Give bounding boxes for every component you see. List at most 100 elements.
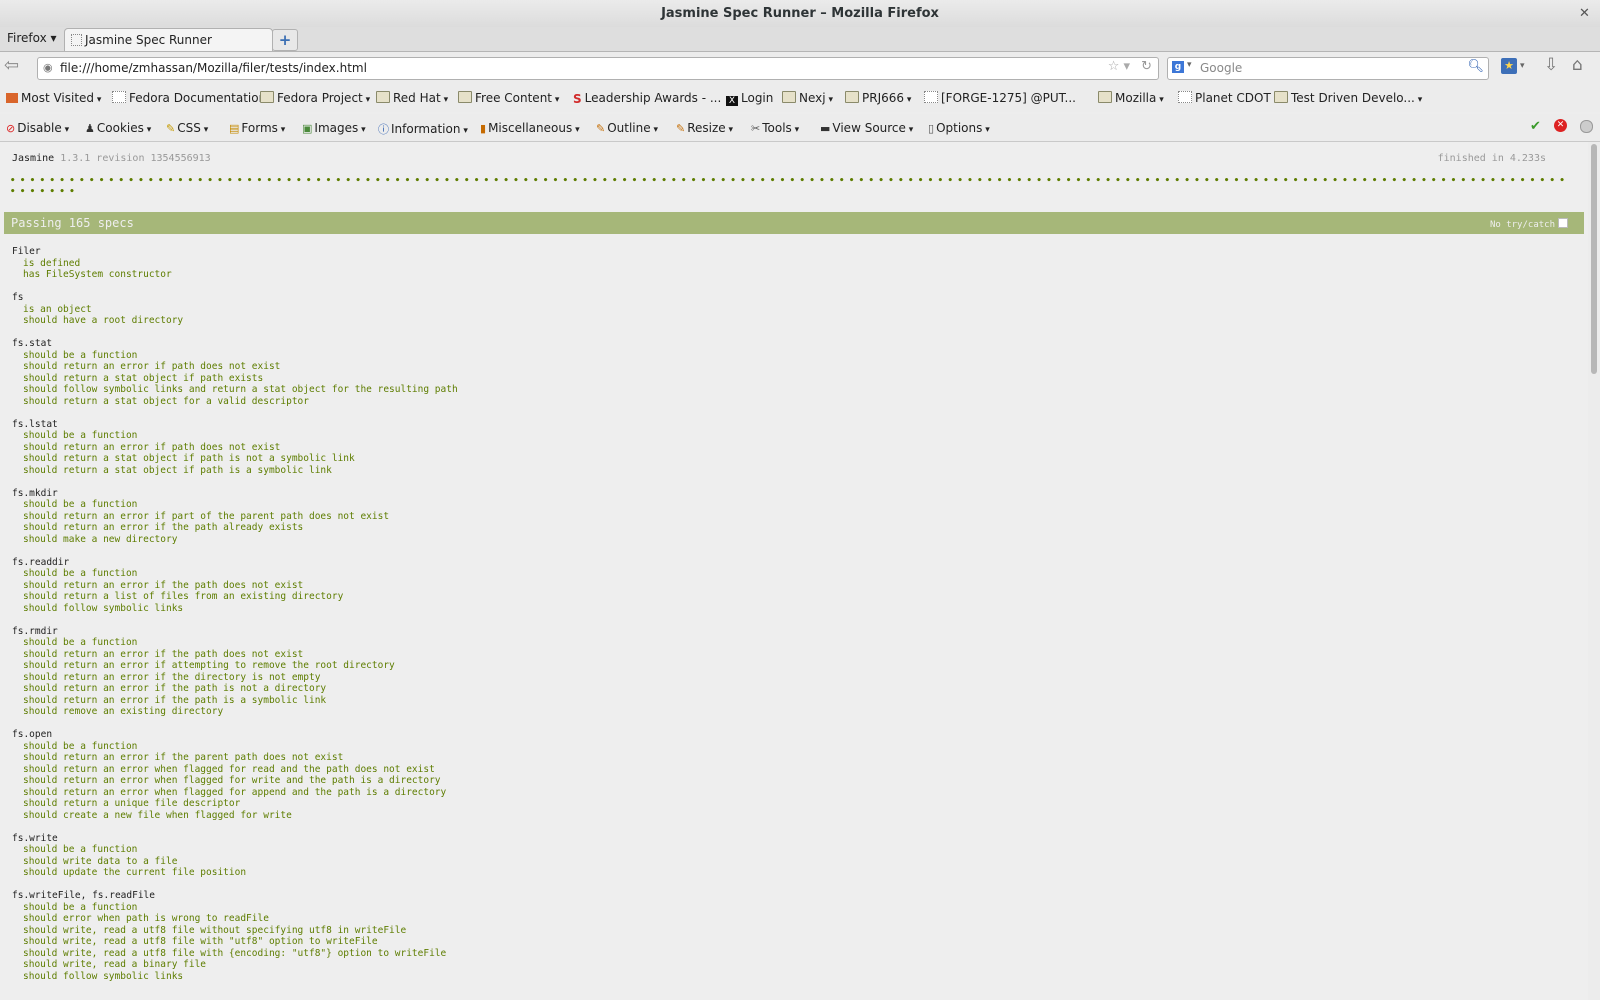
- bookmark-item[interactable]: [FORGE-1275] @PUT...: [924, 91, 1076, 105]
- spec-link[interactable]: should be a function: [12, 741, 458, 753]
- spec-link[interactable]: should write data to a file: [12, 856, 458, 868]
- spec-link[interactable]: should be a function: [12, 902, 458, 914]
- status-circle-icon[interactable]: [1580, 120, 1593, 133]
- suite-name-link[interactable]: fs.mkdir: [12, 488, 458, 500]
- reload-icon[interactable]: ↻: [1141, 59, 1152, 74]
- spec-link[interactable]: should be a function: [12, 350, 458, 362]
- new-tab-button[interactable]: +: [272, 29, 298, 51]
- spec-link[interactable]: should follow symbolic links: [12, 971, 458, 983]
- bookmark-item[interactable]: Most Visited ▾: [6, 91, 101, 105]
- google-engine-icon[interactable]: g: [1172, 61, 1184, 73]
- suite-name-link[interactable]: fs.stat: [12, 338, 458, 350]
- bookmarks-menu-icon[interactable]: ★: [1501, 58, 1517, 74]
- bookmark-item[interactable]: Nexj ▾: [782, 91, 833, 105]
- spec-link[interactable]: should have a root directory: [12, 315, 458, 327]
- checkbox[interactable]: [1558, 218, 1568, 228]
- bookmark-item[interactable]: Test Driven Develo... ▾: [1274, 91, 1422, 105]
- scrollbar-thumb[interactable]: [1591, 144, 1597, 374]
- spec-link[interactable]: should update the current file position: [12, 867, 458, 879]
- tab-jasmine-spec-runner[interactable]: Jasmine Spec Runner: [64, 28, 273, 51]
- bookmark-item[interactable]: Free Content ▾: [458, 91, 559, 105]
- spec-link[interactable]: has FileSystem constructor: [12, 269, 458, 281]
- spec-link[interactable]: should write, read a utf8 file with {enc…: [12, 948, 458, 960]
- spec-link[interactable]: is an object: [12, 304, 458, 316]
- bookmark-item[interactable]: Red Hat ▾: [376, 91, 448, 105]
- spec-link[interactable]: should return an error when flagged for …: [12, 764, 458, 776]
- webdev-menu-resize[interactable]: ✎ Resize ▾: [676, 121, 733, 135]
- spec-link[interactable]: should make a new directory: [12, 534, 458, 546]
- spec-link[interactable]: should return an error if path does not …: [12, 442, 458, 454]
- webdev-menu-tools[interactable]: ✂ Tools ▾: [751, 121, 799, 135]
- bookmark-star-icon[interactable]: ☆ ▾: [1108, 59, 1130, 74]
- search-bar[interactable]: g ▾ Google 🔍︎: [1167, 57, 1489, 80]
- bookmark-item[interactable]: Fedora Project ▾: [260, 91, 370, 105]
- spec-link[interactable]: should return a list of files from an ex…: [12, 591, 458, 603]
- spec-link[interactable]: should return an error if the path does …: [12, 580, 458, 592]
- suite-name-link[interactable]: fs.writeFile, fs.readFile: [12, 890, 458, 902]
- spec-link[interactable]: should return an error if path does not …: [12, 361, 458, 373]
- url-input[interactable]: file:///home/zmhassan/Mozilla/filer/test…: [60, 61, 367, 75]
- spec-link[interactable]: should follow symbolic links: [12, 603, 458, 615]
- spec-link[interactable]: should write, read a utf8 file with "utf…: [12, 936, 458, 948]
- bookmark-item[interactable]: PRJ666 ▾: [845, 91, 911, 105]
- spec-link[interactable]: should return an error if the path alrea…: [12, 522, 458, 534]
- webdev-menu-miscellaneous[interactable]: ▮ Miscellaneous ▾: [480, 121, 580, 135]
- spec-link[interactable]: should remove an existing directory: [12, 706, 458, 718]
- suite-name-link[interactable]: Filer: [12, 246, 458, 258]
- downloads-icon[interactable]: ⇩: [1544, 55, 1558, 75]
- chevron-down-icon[interactable]: ▾: [1187, 60, 1192, 70]
- webdev-menu-forms[interactable]: ▤ Forms ▾: [229, 121, 285, 135]
- spec-link[interactable]: should be a function: [12, 499, 458, 511]
- suite-name-link[interactable]: fs.rmdir: [12, 626, 458, 638]
- spec-link[interactable]: should return an error if the path is a …: [12, 695, 458, 707]
- webdev-menu-images[interactable]: ▣ Images ▾: [302, 121, 366, 135]
- bookmark-item[interactable]: Planet CDOT: [1178, 91, 1271, 105]
- spec-link[interactable]: should return an error if the path is no…: [12, 683, 458, 695]
- suite-name-link[interactable]: fs.open: [12, 729, 458, 741]
- spec-link[interactable]: should write, read a binary file: [12, 959, 458, 971]
- spec-link[interactable]: should return a stat object if path exis…: [12, 373, 458, 385]
- url-bar[interactable]: ◉ file:///home/zmhassan/Mozilla/filer/te…: [37, 57, 1159, 80]
- vertical-scrollbar[interactable]: [1588, 142, 1600, 1000]
- window-close-icon[interactable]: ✕: [1575, 4, 1594, 23]
- firefox-menu-button[interactable]: Firefox ▾: [7, 31, 57, 45]
- spec-link[interactable]: should return an error when flagged for …: [12, 787, 458, 799]
- spec-link[interactable]: should be a function: [12, 844, 458, 856]
- search-input[interactable]: Google: [1200, 61, 1242, 75]
- suite-name-link[interactable]: fs.write: [12, 833, 458, 845]
- bookmark-item[interactable]: X Login: [726, 91, 773, 106]
- spec-link[interactable]: should return an error if the parent pat…: [12, 752, 458, 764]
- spec-link[interactable]: should follow symbolic links and return …: [12, 384, 458, 396]
- webdev-menu-information[interactable]: ⓘ Information ▾: [378, 121, 468, 137]
- spec-link[interactable]: should return an error if part of the pa…: [12, 511, 458, 523]
- webdev-menu-css[interactable]: ✎ CSS ▾: [166, 121, 208, 135]
- spec-link[interactable]: should be a function: [12, 637, 458, 649]
- spec-link[interactable]: should return a stat object if path is a…: [12, 465, 458, 477]
- suite-name-link[interactable]: fs.readdir: [12, 557, 458, 569]
- bookmark-item[interactable]: S Leadership Awards - ...: [573, 91, 721, 106]
- webdev-menu-disable[interactable]: ⊘ Disable ▾: [6, 121, 69, 135]
- bookmark-item[interactable]: Mozilla ▾: [1098, 91, 1164, 105]
- spec-link[interactable]: should return an error when flagged for …: [12, 775, 458, 787]
- spec-link[interactable]: should error when path is wrong to readF…: [12, 913, 458, 925]
- back-arrow-icon[interactable]: ⇦: [4, 55, 19, 76]
- spec-link[interactable]: should return a stat object for a valid …: [12, 396, 458, 408]
- spec-link[interactable]: should be a function: [12, 568, 458, 580]
- spec-link[interactable]: should write, read a utf8 file without s…: [12, 925, 458, 937]
- webdev-menu-outline[interactable]: ✎ Outline ▾: [596, 121, 658, 135]
- spec-link[interactable]: should return an error if the directory …: [12, 672, 458, 684]
- spec-link[interactable]: should create a new file when flagged fo…: [12, 810, 458, 822]
- suite-name-link[interactable]: fs.lstat: [12, 419, 458, 431]
- spec-link[interactable]: should return a stat object if path is n…: [12, 453, 458, 465]
- spec-link[interactable]: should return an error if the path does …: [12, 649, 458, 661]
- bookmark-item[interactable]: Fedora Documentation: [112, 91, 266, 105]
- suite-name-link[interactable]: fs: [12, 292, 458, 304]
- home-icon[interactable]: ⌂: [1572, 55, 1583, 75]
- error-icon[interactable]: ✕: [1554, 119, 1567, 132]
- checkmark-icon[interactable]: ✔: [1530, 119, 1541, 134]
- spec-link[interactable]: should be a function: [12, 430, 458, 442]
- no-try-catch-toggle[interactable]: No try/catch: [1490, 218, 1568, 230]
- chevron-down-icon[interactable]: ▾: [1520, 61, 1525, 71]
- spec-link[interactable]: is defined: [12, 258, 458, 270]
- search-icon[interactable]: 🔍︎: [1467, 59, 1484, 74]
